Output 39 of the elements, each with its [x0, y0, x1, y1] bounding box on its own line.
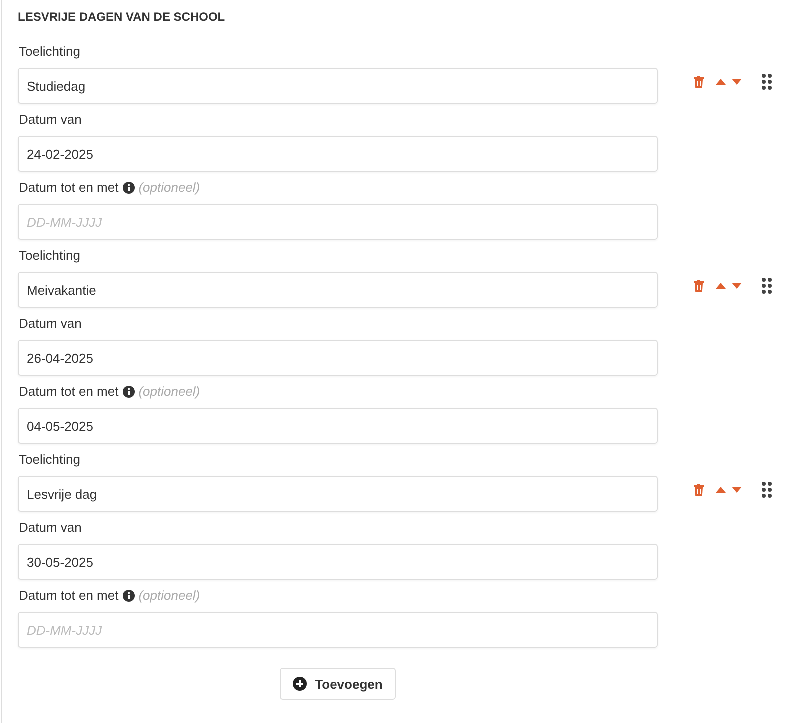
move-down-icon[interactable]: [730, 283, 744, 289]
move-up-icon[interactable]: [714, 79, 728, 85]
move-up-icon[interactable]: [714, 283, 728, 289]
input-field[interactable]: 30-05-2025: [18, 544, 658, 580]
move-down-icon[interactable]: [730, 487, 744, 493]
delete-icon[interactable]: [692, 76, 706, 88]
section-title: LESVRIJE DAGEN VAN DE SCHOOL: [18, 9, 226, 25]
field-label: Datum tot en met: [19, 384, 119, 400]
field-label: Datum van: [19, 520, 82, 536]
drag-handle-icon[interactable]: [762, 278, 772, 294]
move-down-icon[interactable]: [730, 79, 744, 85]
add-button[interactable]: Toevoegen: [280, 668, 396, 700]
delete-icon[interactable]: [692, 280, 706, 292]
input-field[interactable]: DD-MM-JJJJ: [18, 612, 658, 648]
optional-note: (optioneel): [138, 588, 200, 604]
field-label: Toelichting: [19, 248, 80, 264]
plus-circle-icon: [293, 677, 308, 691]
optional-note: (optioneel): [138, 384, 200, 400]
info-icon: [122, 386, 135, 398]
info-icon: [122, 182, 135, 194]
input-field[interactable]: Meivakantie: [18, 272, 658, 308]
delete-icon[interactable]: [692, 484, 706, 496]
input-field[interactable]: 04-05-2025: [18, 408, 658, 444]
input-field[interactable]: 24-02-2025: [18, 136, 658, 172]
move-up-icon[interactable]: [714, 487, 728, 493]
field-label: Datum van: [19, 316, 82, 332]
drag-handle-icon[interactable]: [762, 74, 772, 90]
drag-handle-icon[interactable]: [762, 482, 772, 498]
input-field[interactable]: 26-04-2025: [18, 340, 658, 376]
field-label: Datum van: [19, 112, 82, 128]
field-label: Toelichting: [19, 44, 80, 60]
field-label: Toelichting: [19, 452, 80, 468]
input-field[interactable]: Studiedag: [18, 68, 658, 104]
optional-note: (optioneel): [138, 180, 200, 196]
field-label: Datum tot en met: [19, 180, 119, 196]
field-label: Datum tot en met: [19, 588, 119, 604]
input-field[interactable]: Lesvrije dag: [18, 476, 658, 512]
info-icon: [122, 590, 135, 602]
input-field[interactable]: DD-MM-JJJJ: [18, 204, 658, 240]
